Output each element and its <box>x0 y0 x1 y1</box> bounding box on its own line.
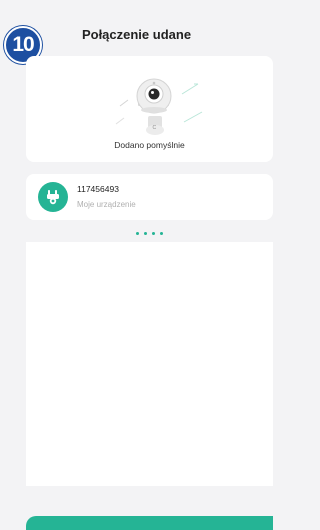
pager-dot <box>136 232 139 235</box>
success-card: C Dodano pomyślnie <box>26 56 273 162</box>
pager-dot <box>144 232 147 235</box>
content-panel <box>26 242 273 486</box>
confirm-button[interactable] <box>26 516 273 530</box>
pager-dot <box>160 232 163 235</box>
camera-icon: C <box>115 78 203 135</box>
success-message: Dodano pomyślnie <box>114 140 185 150</box>
device-list-item[interactable]: 117456493 Moje urządzenie <box>26 174 273 220</box>
svg-text:C: C <box>153 125 157 131</box>
device-id: 117456493 <box>77 184 119 194</box>
device-name: Moje urządzenie <box>77 200 136 209</box>
pager-dots <box>0 232 273 235</box>
camera-icon <box>38 182 68 212</box>
page-title: Połączenie udane <box>81 27 192 42</box>
pager-dot <box>152 232 155 235</box>
